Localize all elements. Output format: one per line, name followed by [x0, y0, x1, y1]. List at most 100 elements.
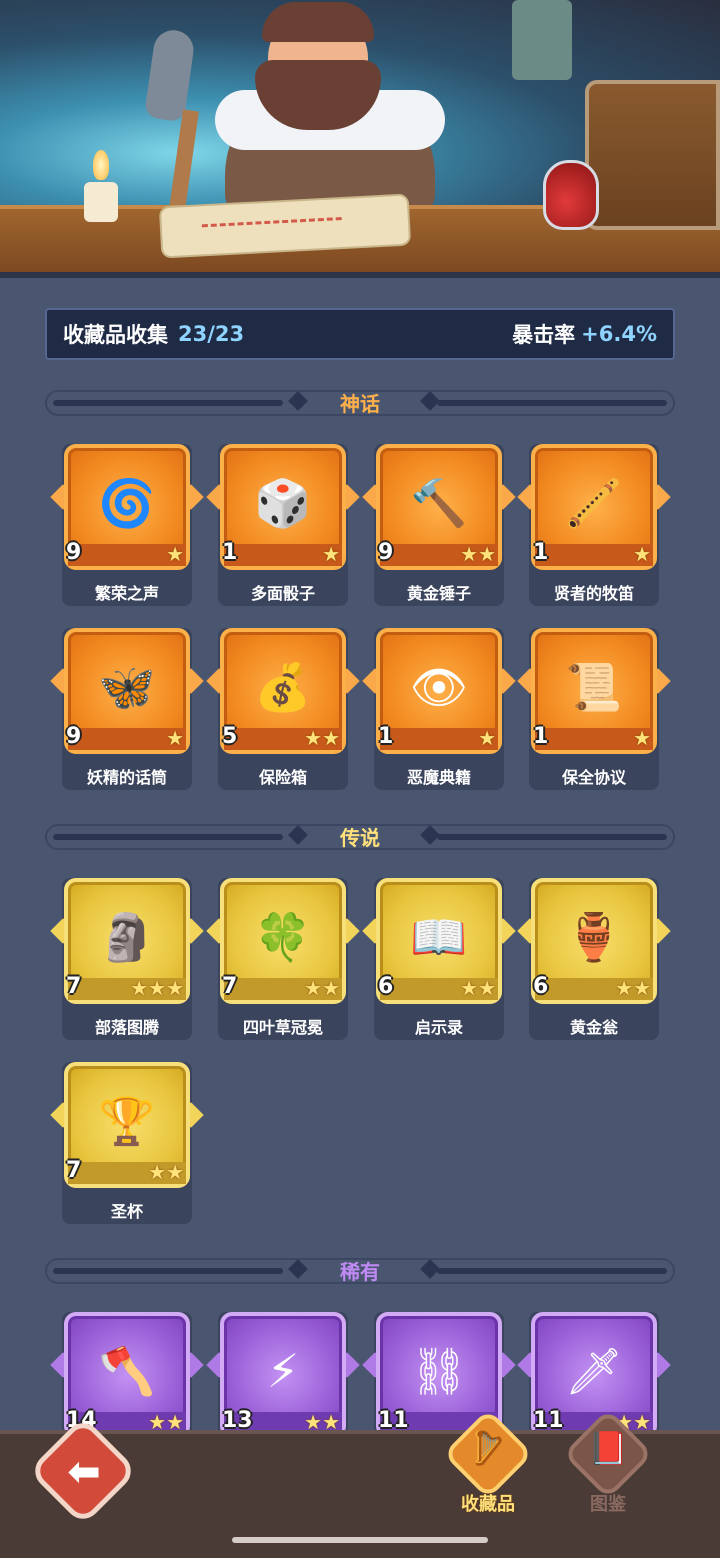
star-rating: ★	[166, 726, 184, 750]
tab-collection[interactable]: 🪉 收藏品	[440, 1408, 536, 1515]
card-count: 9	[66, 540, 82, 565]
card-name: 四叶草冠冕	[242, 1018, 323, 1037]
star-rating: ★★	[304, 726, 340, 750]
candle-flame-icon	[93, 150, 109, 180]
card-count: 9	[378, 540, 394, 565]
star-rating: ★★	[460, 542, 496, 566]
star-rating: ★	[478, 726, 496, 750]
star-rating: ★★	[148, 1160, 184, 1184]
collection-title: 收藏品收集	[63, 323, 168, 347]
collection-summary-bar: 收藏品收集 23/23 暴击率 +6.4%	[45, 308, 675, 360]
clover-crown-icon: 🍀	[254, 910, 312, 964]
collectible-card[interactable]: 💰 5 ★★ 保险箱	[206, 628, 360, 790]
collection-count: 23/23	[178, 322, 245, 346]
chain-icon: ⛓	[409, 1344, 469, 1398]
golden-urn-icon: 🏺	[565, 910, 623, 964]
treasure-chest-icon: 💰	[254, 660, 312, 714]
ice-sword-icon: 🗡	[564, 1344, 624, 1398]
star-rating: ★	[322, 542, 340, 566]
collectible-card[interactable]: 🔨 9 ★★ 黄金锤子	[362, 444, 516, 606]
totem-decoration	[512, 0, 572, 80]
wooden-chest-decoration	[585, 80, 720, 230]
codex-book-icon: 📕	[588, 1429, 628, 1467]
card-name: 部落图腾	[94, 1018, 159, 1037]
star-rating: ★★	[615, 976, 651, 1000]
card-count: 1	[533, 540, 549, 565]
section-title-mythic: 神话	[340, 392, 380, 416]
card-name: 黄金锤子	[406, 584, 471, 603]
card-name: 贤者的牧笛	[553, 584, 634, 603]
back-arrow-icon[interactable]: ⬅	[56, 1444, 112, 1500]
card-name: 繁荣之声	[94, 584, 159, 603]
collectible-card[interactable]: 👁 1 ★ 恶魔典籍	[362, 628, 516, 790]
tab-codex-label: 图鉴	[590, 1494, 626, 1515]
card-count: 7	[66, 974, 82, 999]
card-count: 1	[222, 540, 238, 565]
card-name: 恶魔典籍	[406, 768, 471, 787]
star-rating: ★★	[460, 976, 496, 1000]
star-rating: ★★	[304, 1410, 340, 1434]
spirit-orb-icon: 🌀	[98, 476, 156, 530]
star-rating: ★★	[148, 1410, 184, 1434]
card-count: 1	[533, 724, 549, 749]
card-name: 启示录	[414, 1018, 463, 1037]
home-indicator[interactable]	[232, 1537, 488, 1543]
card-name: 保险箱	[258, 768, 307, 787]
dice-icon: 🎲	[254, 476, 312, 530]
card-name: 多面骰子	[250, 584, 315, 603]
section-title-legend: 传说	[340, 826, 380, 850]
lightning-card-icon: ⚡	[266, 1344, 300, 1398]
candle-icon	[84, 182, 118, 222]
star-rating: ★	[166, 542, 184, 566]
grail-icon: 🏆	[98, 1094, 156, 1148]
card-name: 保全协议	[561, 768, 626, 787]
card-count: 9	[66, 724, 82, 749]
card-count: 7	[222, 974, 238, 999]
banner-edge	[0, 272, 720, 278]
collectible-card[interactable]: 🏆 7 ★★ 圣杯	[50, 1062, 204, 1224]
red-potion-icon	[543, 160, 599, 230]
collectible-card[interactable]: 🌀 9 ★ 繁荣之声	[50, 444, 204, 606]
card-name: 妖精的话筒	[86, 768, 167, 787]
collectible-card[interactable]: 🎲 1 ★ 多面骰子	[206, 444, 360, 606]
totem-icon: 🗿	[98, 910, 156, 964]
shovel-icon	[143, 27, 197, 123]
card-count: 6	[378, 974, 394, 999]
section-header-mythic: 神话	[45, 386, 675, 418]
star-rating: ★★★	[130, 976, 184, 1000]
crit-rate-label: 暴击率	[512, 323, 576, 347]
fairy-microphone-icon: 🦋	[98, 660, 156, 714]
axe-icon: 🪓	[98, 1344, 156, 1398]
collectible-card[interactable]: 🍀 7 ★★ 四叶草冠冕	[206, 878, 360, 1040]
shop-banner-illustration	[0, 0, 720, 278]
demon-book-icon: 👁	[409, 660, 469, 714]
collectible-card[interactable]: 🏺 6 ★★ 黄金瓮	[517, 878, 671, 1040]
star-rating: ★	[633, 542, 651, 566]
collectible-card[interactable]: 🪈 1 ★ 贤者的牧笛	[517, 444, 671, 606]
card-name: 圣杯	[110, 1202, 143, 1221]
flute-icon: 🪈	[565, 476, 623, 530]
dwarf-merchant-hair	[262, 2, 374, 42]
open-book-icon: 📖	[410, 910, 468, 964]
collectible-card[interactable]: 📖 6 ★★ 启示录	[362, 878, 516, 1040]
contract-scroll-icon: 📜	[565, 660, 623, 714]
collectible-card[interactable]: 📜 1 ★ 保全协议	[517, 628, 671, 790]
collectible-card[interactable]: 🦋 9 ★ 妖精的话筒	[50, 628, 204, 790]
section-header-rare: 稀有	[45, 1254, 675, 1286]
star-rating: ★	[633, 726, 651, 750]
hammer-icon: 🔨	[410, 476, 468, 530]
card-count: 7	[66, 1158, 82, 1183]
section-title-rare: 稀有	[340, 1260, 380, 1284]
card-name: 黄金瓮	[569, 1018, 618, 1037]
card-count: 6	[533, 974, 549, 999]
harp-icon: 🪉	[468, 1429, 508, 1467]
card-count: 5	[222, 724, 238, 749]
star-rating: ★★	[304, 976, 340, 1000]
tab-collection-label: 收藏品	[461, 1494, 515, 1515]
section-header-legend: 传说	[45, 820, 675, 852]
shovel-handle	[169, 109, 199, 211]
collectible-card[interactable]: 🗿 7 ★★★ 部落图腾	[50, 878, 204, 1040]
card-count: 1	[378, 724, 394, 749]
tab-codex[interactable]: 📕 图鉴	[560, 1408, 656, 1515]
crit-rate-value: +6.4%	[581, 322, 657, 346]
